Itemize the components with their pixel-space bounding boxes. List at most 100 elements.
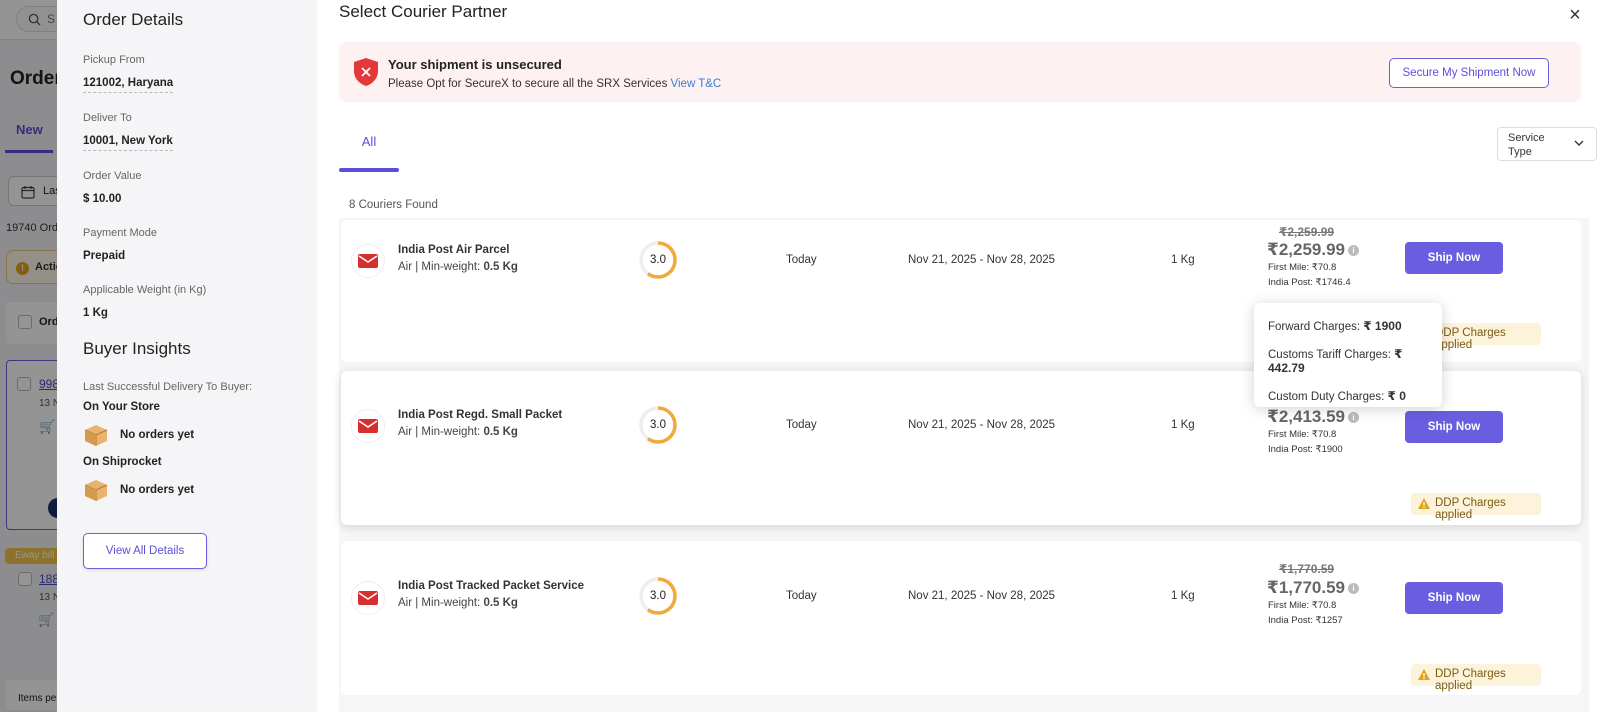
ddp-badge: DDP Charges applied: [1411, 664, 1541, 692]
rating-value: 3.0: [650, 419, 666, 431]
ddp-badge: DDP Charges applied: [1411, 493, 1541, 521]
secure-shipment-button[interactable]: Secure My Shipment Now: [1389, 58, 1549, 88]
field-value: $ 10.00: [83, 193, 122, 205]
estimated-delivery: Nov 21, 2025 - Nov 28, 2025: [908, 254, 1056, 266]
courier-name: India Post Air Parcel: [398, 244, 510, 256]
field-value: 10001, New York: [83, 135, 173, 151]
couriers-found-count: 8 Couriers Found: [349, 199, 438, 211]
price-value: ₹2,413.59: [1267, 407, 1346, 426]
price-value: ₹1,770.59: [1267, 578, 1346, 597]
chargeable-weight: 1 Kg: [1171, 419, 1195, 431]
estimated-delivery: Nov 21, 2025 - Nov 28, 2025: [908, 419, 1056, 431]
courier-name: India Post Tracked Packet Service: [398, 580, 585, 592]
securex-banner: Your shipment is unsecured Please Opt fo…: [339, 42, 1581, 102]
service-type-select[interactable]: Service Type: [1497, 127, 1597, 161]
price-value: ₹2,259.99: [1267, 240, 1346, 259]
close-icon[interactable]: ×: [1562, 2, 1588, 28]
chevron-down-icon: [1574, 140, 1584, 146]
banner-subtitle: Please Opt for SecureX to secure all the…: [388, 78, 721, 90]
warning-icon: [1418, 498, 1430, 509]
courier-mode-text: Air | Min-weight:: [398, 261, 481, 273]
pickup-time: Today: [786, 590, 817, 602]
on-shiprocket-label: On Shiprocket: [83, 456, 162, 468]
estimated-delivery: Nov 21, 2025 - Nov 28, 2025: [908, 590, 1056, 602]
courier-name: India Post Regd. Small Packet: [398, 409, 563, 421]
warning-icon: [1418, 669, 1430, 680]
charges-tooltip: Forward Charges: ₹ 1900 Customs Tariff C…: [1254, 303, 1442, 407]
view-tc-link[interactable]: View T&C: [671, 78, 722, 90]
buyer-insights-title: Buyer Insights: [83, 339, 191, 358]
forward-charges-value: ₹ 1900: [1363, 319, 1402, 333]
deliver-to-field: Deliver To 10001, New York: [83, 112, 317, 151]
ddp-text: DDP Charges applied: [1435, 327, 1506, 351]
field-label: Payment Mode: [83, 227, 157, 239]
field-value: 121002, Haryana: [83, 77, 174, 93]
courier-rating: 3.0: [638, 576, 678, 616]
custom-duty-value: ₹ 0: [1387, 389, 1406, 403]
india-post-charge: India Post: ₹1257: [1268, 615, 1343, 626]
first-mile-charge: First Mile: ₹70.8: [1268, 262, 1337, 273]
shield-icon: [354, 58, 378, 86]
custom-duty-label: Custom Duty Charges:: [1268, 391, 1385, 403]
courier-panel-title: Select Courier Partner: [339, 2, 508, 21]
buyer-insights-subtitle: Last Successful Delivery To Buyer:: [83, 381, 253, 393]
courier-card: India Post Tracked Packet Service Air | …: [341, 541, 1581, 695]
field-value: Prepaid: [83, 250, 126, 262]
first-mile-charge: First Mile: ₹70.8: [1268, 429, 1337, 440]
ship-now-button[interactable]: Ship Now: [1405, 242, 1503, 274]
india-post-charge: India Post: ₹1746.4: [1268, 277, 1351, 288]
payment-mode-field: Payment Mode Prepaid: [83, 227, 317, 265]
courier-mode-text: Air | Min-weight:: [398, 597, 481, 609]
tab-all-underline: [339, 168, 399, 172]
field-label: Order Value: [83, 170, 142, 182]
info-icon[interactable]: i: [1348, 245, 1360, 257]
courier-min-weight: 0.5 Kg: [483, 426, 518, 438]
india-post-charge: India Post: ₹1900: [1268, 444, 1343, 455]
chargeable-weight: 1 Kg: [1171, 254, 1195, 266]
india-post-logo-icon: [351, 244, 385, 278]
first-mile-charge: First Mile: ₹70.8: [1268, 600, 1337, 611]
rating-value: 3.0: [650, 254, 666, 266]
courier-min-weight: 0.5 Kg: [483, 261, 518, 273]
order-value-field: Order Value $ 10.00: [83, 170, 317, 208]
rating-value: 3.0: [650, 590, 666, 602]
field-label: Deliver To: [83, 112, 132, 124]
forward-charges-label: Forward Charges:: [1268, 321, 1361, 333]
pickup-time: Today: [786, 419, 817, 431]
shiprocket-orders-value: No orders yet: [120, 484, 195, 496]
applicable-weight-field: Applicable Weight (in Kg) 1 Kg: [83, 284, 317, 322]
customs-tariff-row: Customs Tariff Charges: ₹ 442.79: [1268, 347, 1442, 375]
india-post-logo-icon: [351, 409, 385, 443]
courier-mode: Air | Min-weight: 0.5 Kg: [398, 261, 518, 273]
view-all-details-button[interactable]: View All Details: [83, 533, 207, 569]
india-post-logo-icon: [351, 581, 385, 615]
price: ₹2,259.99 i: [1267, 240, 1360, 260]
box-icon: [84, 480, 108, 501]
ddp-text: DDP Charges applied: [1435, 497, 1506, 521]
ddp-text: DDP Charges applied: [1435, 668, 1506, 692]
store-orders-value: No orders yet: [120, 429, 195, 441]
courier-mode: Air | Min-weight: 0.5 Kg: [398, 597, 518, 609]
courier-mode-text: Air | Min-weight:: [398, 426, 481, 438]
price: ₹1,770.59 i: [1267, 578, 1360, 598]
chargeable-weight: 1 Kg: [1171, 590, 1195, 602]
banner-subtitle-text: Please Opt for SecureX to secure all the…: [388, 78, 668, 90]
shiprocket-orders-row: No orders yet: [83, 478, 317, 502]
field-label: Applicable Weight (in Kg): [83, 284, 207, 296]
field-label: Pickup From: [83, 54, 145, 66]
service-type-label: Service Type: [1508, 132, 1545, 158]
price: ₹2,413.59 i: [1267, 407, 1360, 427]
info-icon[interactable]: i: [1348, 412, 1360, 424]
info-icon[interactable]: i: [1348, 583, 1360, 595]
order-details-panel: Order Details Pickup From 121002, Haryan…: [57, 0, 317, 712]
forward-charges-row: Forward Charges: ₹ 1900: [1268, 319, 1442, 333]
tab-all[interactable]: All: [339, 134, 399, 149]
pickup-from-field: Pickup From 121002, Haryana: [83, 54, 317, 93]
field-value: 1 Kg: [83, 307, 108, 319]
ship-now-button[interactable]: Ship Now: [1405, 411, 1503, 443]
ship-now-button[interactable]: Ship Now: [1405, 582, 1503, 614]
courier-min-weight: 0.5 Kg: [483, 597, 518, 609]
box-icon: [84, 425, 108, 446]
order-details-title: Order Details: [83, 10, 184, 29]
courier-mode: Air | Min-weight: 0.5 Kg: [398, 426, 518, 438]
